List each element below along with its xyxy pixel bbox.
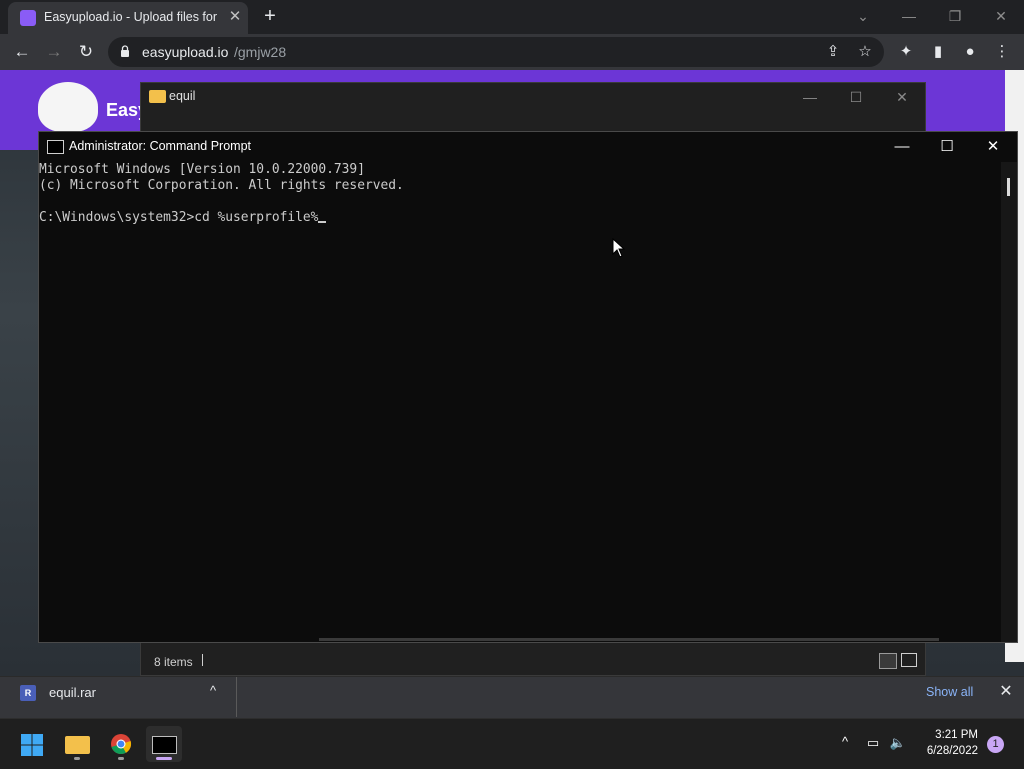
folder-icon	[65, 736, 90, 754]
cmd-minimize-button[interactable]: —	[885, 137, 919, 157]
close-download-shelf-button[interactable]: ✕	[996, 681, 1016, 703]
status-divider	[202, 654, 203, 666]
browser-tab[interactable]: Easyupload.io - Upload files for f ✕	[8, 2, 248, 34]
console-line: Microsoft Windows [Version 10.0.22000.73…	[39, 162, 365, 177]
reload-button[interactable]: ↻	[76, 42, 96, 62]
console-line: (c) Microsoft Corporation. All rights re…	[39, 178, 404, 193]
start-icon[interactable]	[21, 734, 43, 756]
large-icons-view-icon[interactable]	[901, 653, 917, 667]
cmd-close-button[interactable]: ✕	[976, 137, 1010, 157]
explorer-title: equil	[169, 89, 196, 103]
chrome-icon	[111, 734, 132, 755]
explorer-item-count: 8 items	[154, 655, 193, 669]
running-indicator	[118, 757, 124, 760]
windows-taskbar: ^ ▭ 🔈 3:21 PM 6/28/2022 1	[0, 718, 1024, 769]
explorer-minimize-button[interactable]: —	[795, 87, 825, 107]
side-panel-icon[interactable]: ▮	[928, 43, 948, 61]
console-input[interactable]: C:\Windows\system32>cd %userprofile%	[39, 210, 318, 225]
chrome-taskbar-button[interactable]	[103, 726, 139, 762]
details-view-icon[interactable]	[879, 653, 897, 669]
profile-icon[interactable]: ●	[960, 43, 980, 61]
scroll-thumb[interactable]	[1007, 178, 1010, 196]
folder-icon	[149, 90, 166, 103]
easyupload-favicon-icon	[20, 10, 36, 26]
browser-restore-button[interactable]: ❐	[940, 4, 970, 28]
notification-badge[interactable]: 1	[987, 736, 1004, 753]
console-prompt-line[interactable]: C:\Windows\system32>cd %userprofile%	[39, 210, 999, 226]
file-explorer-taskbar-button[interactable]	[59, 726, 95, 762]
volume-icon[interactable]: 🔈	[888, 734, 908, 752]
easyupload-logo-icon[interactable]	[38, 82, 98, 132]
cmd-app-icon	[47, 140, 64, 154]
extensions-icon[interactable]: ✦	[896, 43, 916, 61]
cmd-horizontal-scrollbar[interactable]	[319, 638, 939, 641]
forward-button[interactable]: →	[44, 42, 64, 62]
back-button[interactable]: ←	[12, 42, 32, 62]
clock-time[interactable]: 3:21 PM	[920, 729, 978, 741]
download-divider	[236, 677, 237, 717]
tab-search-icon[interactable]: ⌄	[848, 4, 878, 28]
rar-file-icon: R	[20, 685, 36, 701]
command-prompt-taskbar-button[interactable]	[146, 726, 182, 762]
show-hidden-icons-chevron-icon[interactable]: ^	[836, 734, 854, 752]
star-icon[interactable]: ☆	[856, 43, 874, 61]
download-file-name[interactable]: equil.rar	[49, 685, 96, 700]
browser-tab-strip: Easyupload.io - Upload files for f ✕ + ⌄…	[0, 0, 1024, 34]
running-indicator	[74, 757, 80, 760]
share-icon[interactable]: ⇪	[824, 43, 842, 61]
lock-icon[interactable]	[120, 45, 130, 57]
text-cursor	[318, 221, 327, 223]
browser-minimize-button[interactable]: —	[894, 4, 924, 28]
tab-close-icon[interactable]: ✕	[226, 8, 244, 26]
download-shelf: R equil.rar ^ Show all ✕	[0, 676, 1024, 719]
browser-toolbar: ← → ↻ easyupload.io /gmjw28 ⇪ ☆ ✦ ▮ ● ⋮	[0, 34, 1024, 70]
address-bar[interactable]: easyupload.io /gmjw28 ⇪ ☆	[108, 37, 884, 67]
active-indicator	[156, 757, 172, 760]
cmd-titlebar[interactable]: Administrator: Command Prompt — ☐ ✕	[39, 132, 1017, 162]
new-tab-button[interactable]: +	[259, 6, 281, 28]
cmd-console-output[interactable]: Microsoft Windows [Version 10.0.22000.73…	[39, 162, 999, 226]
browser-close-button[interactable]: ✕	[986, 4, 1016, 28]
command-prompt-window[interactable]: Administrator: Command Prompt — ☐ ✕ Micr…	[38, 131, 1018, 643]
cmd-title: Administrator: Command Prompt	[69, 139, 252, 153]
clock-date[interactable]: 6/28/2022	[920, 745, 978, 757]
explorer-maximize-button[interactable]: ☐	[841, 87, 871, 107]
cmd-app-icon	[152, 736, 177, 754]
cmd-vertical-scrollbar[interactable]	[1001, 162, 1017, 642]
tab-title: Easyupload.io - Upload files for f	[44, 10, 218, 24]
cmd-maximize-button[interactable]: ☐	[930, 137, 964, 157]
menu-icon[interactable]: ⋮	[992, 43, 1012, 61]
download-options-chevron-icon[interactable]: ^	[205, 683, 221, 703]
url-path: /gmjw28	[234, 44, 287, 60]
mouse-pointer-icon	[612, 238, 626, 258]
network-icon[interactable]: ▭	[863, 734, 883, 752]
url-host: easyupload.io	[142, 44, 229, 60]
explorer-close-button[interactable]: ✕	[887, 87, 917, 107]
show-all-downloads-link[interactable]: Show all	[926, 685, 973, 699]
